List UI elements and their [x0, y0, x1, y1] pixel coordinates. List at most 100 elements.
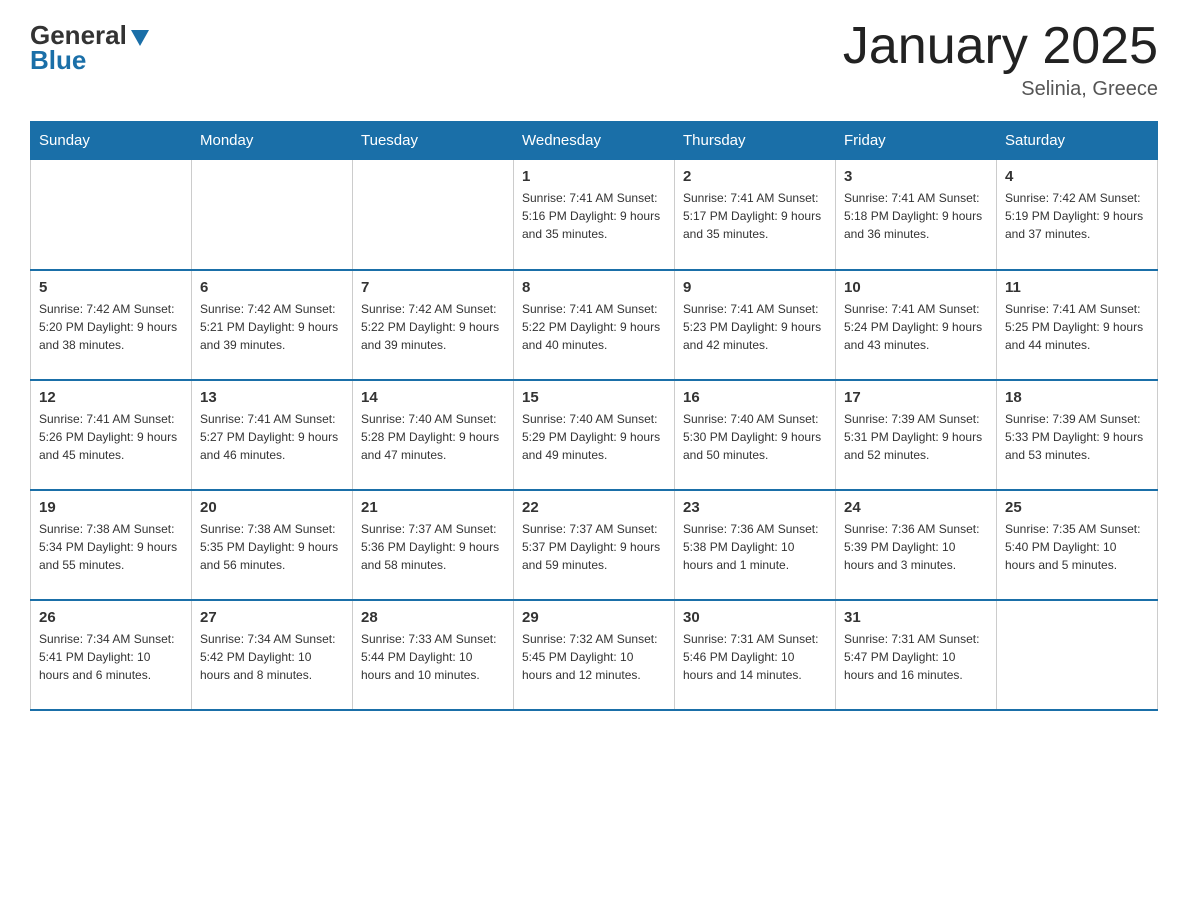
table-row	[192, 160, 353, 270]
day-info: Sunrise: 7:42 AM Sunset: 5:21 PM Dayligh…	[200, 300, 344, 354]
day-info: Sunrise: 7:40 AM Sunset: 5:29 PM Dayligh…	[522, 410, 666, 464]
table-row: 5 Sunrise: 7:42 AM Sunset: 5:20 PM Daylig…	[31, 270, 192, 380]
table-row: 31Sunrise: 7:31 AM Sunset: 5:47 PM Dayli…	[836, 600, 997, 710]
col-monday: Monday	[192, 122, 353, 160]
table-row: 17 Sunrise: 7:39 AM Sunset: 5:31 PM Dayli…	[836, 380, 997, 490]
table-row: 29 Sunrise: 7:32 AM Sunset: 5:45 PM Dayli…	[514, 600, 675, 710]
day-number: 13	[200, 389, 344, 406]
day-number: 24	[844, 499, 988, 516]
table-row: 21Sunrise: 7:37 AM Sunset: 5:36 PM Dayli…	[353, 490, 514, 600]
day-info: Sunrise: 7:37 AM Sunset: 5:37 PM Dayligh…	[522, 520, 666, 574]
table-row: 28 Sunrise: 7:33 AM Sunset: 5:44 PM Dayli…	[353, 600, 514, 710]
table-row: 26 Sunrise: 7:34 AM Sunset: 5:41 PM Dayli…	[31, 600, 192, 710]
day-info: Sunrise: 7:41 AM Sunset: 5:23 PM Dayligh…	[683, 300, 827, 354]
calendar-table: Sunday Monday Tuesday Wednesday Thursday…	[30, 121, 1158, 711]
day-number: 22	[522, 499, 666, 516]
day-info: Sunrise: 7:35 AM Sunset: 5:40 PM Dayligh…	[1005, 520, 1149, 574]
table-row: 7 Sunrise: 7:42 AM Sunset: 5:22 PM Daylig…	[353, 270, 514, 380]
day-info: Sunrise: 7:38 AM Sunset: 5:34 PM Dayligh…	[39, 520, 183, 574]
page-header: General Blue January 2025 Selinia, Greec…	[30, 20, 1158, 101]
table-row	[31, 160, 192, 270]
table-row	[997, 600, 1158, 710]
table-row	[353, 160, 514, 270]
table-row: 13 Sunrise: 7:41 AM Sunset: 5:27 PM Dayli…	[192, 380, 353, 490]
col-thursday: Thursday	[675, 122, 836, 160]
col-wednesday: Wednesday	[514, 122, 675, 160]
day-number: 27	[200, 609, 344, 626]
day-number: 17	[844, 389, 988, 406]
day-info: Sunrise: 7:41 AM Sunset: 5:26 PM Dayligh…	[39, 410, 183, 464]
day-info: Sunrise: 7:31 AM Sunset: 5:46 PM Dayligh…	[683, 630, 827, 684]
day-info: Sunrise: 7:32 AM Sunset: 5:45 PM Dayligh…	[522, 630, 666, 684]
day-info: Sunrise: 7:41 AM Sunset: 5:22 PM Dayligh…	[522, 300, 666, 354]
day-number: 25	[1005, 499, 1149, 516]
day-info: Sunrise: 7:34 AM Sunset: 5:42 PM Dayligh…	[200, 630, 344, 684]
day-info: Sunrise: 7:38 AM Sunset: 5:35 PM Dayligh…	[200, 520, 344, 574]
logo-blue: Blue	[30, 45, 86, 76]
day-number: 28	[361, 609, 505, 626]
table-row: 24 Sunrise: 7:36 AM Sunset: 5:39 PM Dayli…	[836, 490, 997, 600]
table-row: 8 Sunrise: 7:41 AM Sunset: 5:22 PM Daylig…	[514, 270, 675, 380]
day-number: 10	[844, 279, 988, 296]
day-info: Sunrise: 7:36 AM Sunset: 5:38 PM Dayligh…	[683, 520, 827, 574]
col-friday: Friday	[836, 122, 997, 160]
day-number: 31	[844, 609, 988, 626]
table-row: 2 Sunrise: 7:41 AM Sunset: 5:17 PM Daylig…	[675, 160, 836, 270]
title-block: January 2025 Selinia, Greece	[843, 20, 1158, 101]
day-number: 16	[683, 389, 827, 406]
day-number: 4	[1005, 168, 1149, 185]
day-info: Sunrise: 7:36 AM Sunset: 5:39 PM Dayligh…	[844, 520, 988, 574]
calendar-header: Sunday Monday Tuesday Wednesday Thursday…	[31, 122, 1158, 160]
day-info: Sunrise: 7:41 AM Sunset: 5:27 PM Dayligh…	[200, 410, 344, 464]
col-saturday: Saturday	[997, 122, 1158, 160]
table-row: 6 Sunrise: 7:42 AM Sunset: 5:21 PM Daylig…	[192, 270, 353, 380]
day-info: Sunrise: 7:39 AM Sunset: 5:33 PM Dayligh…	[1005, 410, 1149, 464]
day-info: Sunrise: 7:41 AM Sunset: 5:16 PM Dayligh…	[522, 189, 666, 243]
day-info: Sunrise: 7:41 AM Sunset: 5:17 PM Dayligh…	[683, 189, 827, 243]
day-info: Sunrise: 7:34 AM Sunset: 5:41 PM Dayligh…	[39, 630, 183, 684]
col-sunday: Sunday	[31, 122, 192, 160]
day-number: 30	[683, 609, 827, 626]
day-info: Sunrise: 7:42 AM Sunset: 5:19 PM Dayligh…	[1005, 189, 1149, 243]
logo-triangle-icon	[129, 26, 151, 48]
day-number: 26	[39, 609, 183, 626]
table-row: 10 Sunrise: 7:41 AM Sunset: 5:24 PM Dayli…	[836, 270, 997, 380]
table-row: 27 Sunrise: 7:34 AM Sunset: 5:42 PM Dayli…	[192, 600, 353, 710]
day-info: Sunrise: 7:33 AM Sunset: 5:44 PM Dayligh…	[361, 630, 505, 684]
day-number: 5	[39, 279, 183, 296]
day-number: 15	[522, 389, 666, 406]
table-row: 12 Sunrise: 7:41 AM Sunset: 5:26 PM Dayli…	[31, 380, 192, 490]
day-info: Sunrise: 7:41 AM Sunset: 5:24 PM Dayligh…	[844, 300, 988, 354]
table-row: 14Sunrise: 7:40 AM Sunset: 5:28 PM Dayli…	[353, 380, 514, 490]
table-row: 11Sunrise: 7:41 AM Sunset: 5:25 PM Dayli…	[997, 270, 1158, 380]
day-number: 23	[683, 499, 827, 516]
table-row: 30 Sunrise: 7:31 AM Sunset: 5:46 PM Dayli…	[675, 600, 836, 710]
day-number: 2	[683, 168, 827, 185]
day-number: 6	[200, 279, 344, 296]
table-row: 22 Sunrise: 7:37 AM Sunset: 5:37 PM Dayli…	[514, 490, 675, 600]
day-info: Sunrise: 7:42 AM Sunset: 5:22 PM Dayligh…	[361, 300, 505, 354]
day-number: 20	[200, 499, 344, 516]
table-row: 19 Sunrise: 7:38 AM Sunset: 5:34 PM Dayli…	[31, 490, 192, 600]
table-row: 20 Sunrise: 7:38 AM Sunset: 5:35 PM Dayli…	[192, 490, 353, 600]
day-number: 7	[361, 279, 505, 296]
day-info: Sunrise: 7:39 AM Sunset: 5:31 PM Dayligh…	[844, 410, 988, 464]
location: Selinia, Greece	[843, 78, 1158, 101]
calendar-body: 1 Sunrise: 7:41 AM Sunset: 5:16 PM Daylig…	[31, 160, 1158, 710]
day-info: Sunrise: 7:40 AM Sunset: 5:28 PM Dayligh…	[361, 410, 505, 464]
day-number: 12	[39, 389, 183, 406]
col-tuesday: Tuesday	[353, 122, 514, 160]
logo: General Blue	[30, 20, 151, 76]
day-number: 9	[683, 279, 827, 296]
day-number: 29	[522, 609, 666, 626]
day-info: Sunrise: 7:41 AM Sunset: 5:18 PM Dayligh…	[844, 189, 988, 243]
day-number: 8	[522, 279, 666, 296]
day-number: 18	[1005, 389, 1149, 406]
table-row: 15 Sunrise: 7:40 AM Sunset: 5:29 PM Dayli…	[514, 380, 675, 490]
day-number: 1	[522, 168, 666, 185]
table-row: 16Sunrise: 7:40 AM Sunset: 5:30 PM Dayli…	[675, 380, 836, 490]
day-number: 21	[361, 499, 505, 516]
day-info: Sunrise: 7:42 AM Sunset: 5:20 PM Dayligh…	[39, 300, 183, 354]
table-row: 4 Sunrise: 7:42 AM Sunset: 5:19 PM Daylig…	[997, 160, 1158, 270]
day-number: 19	[39, 499, 183, 516]
